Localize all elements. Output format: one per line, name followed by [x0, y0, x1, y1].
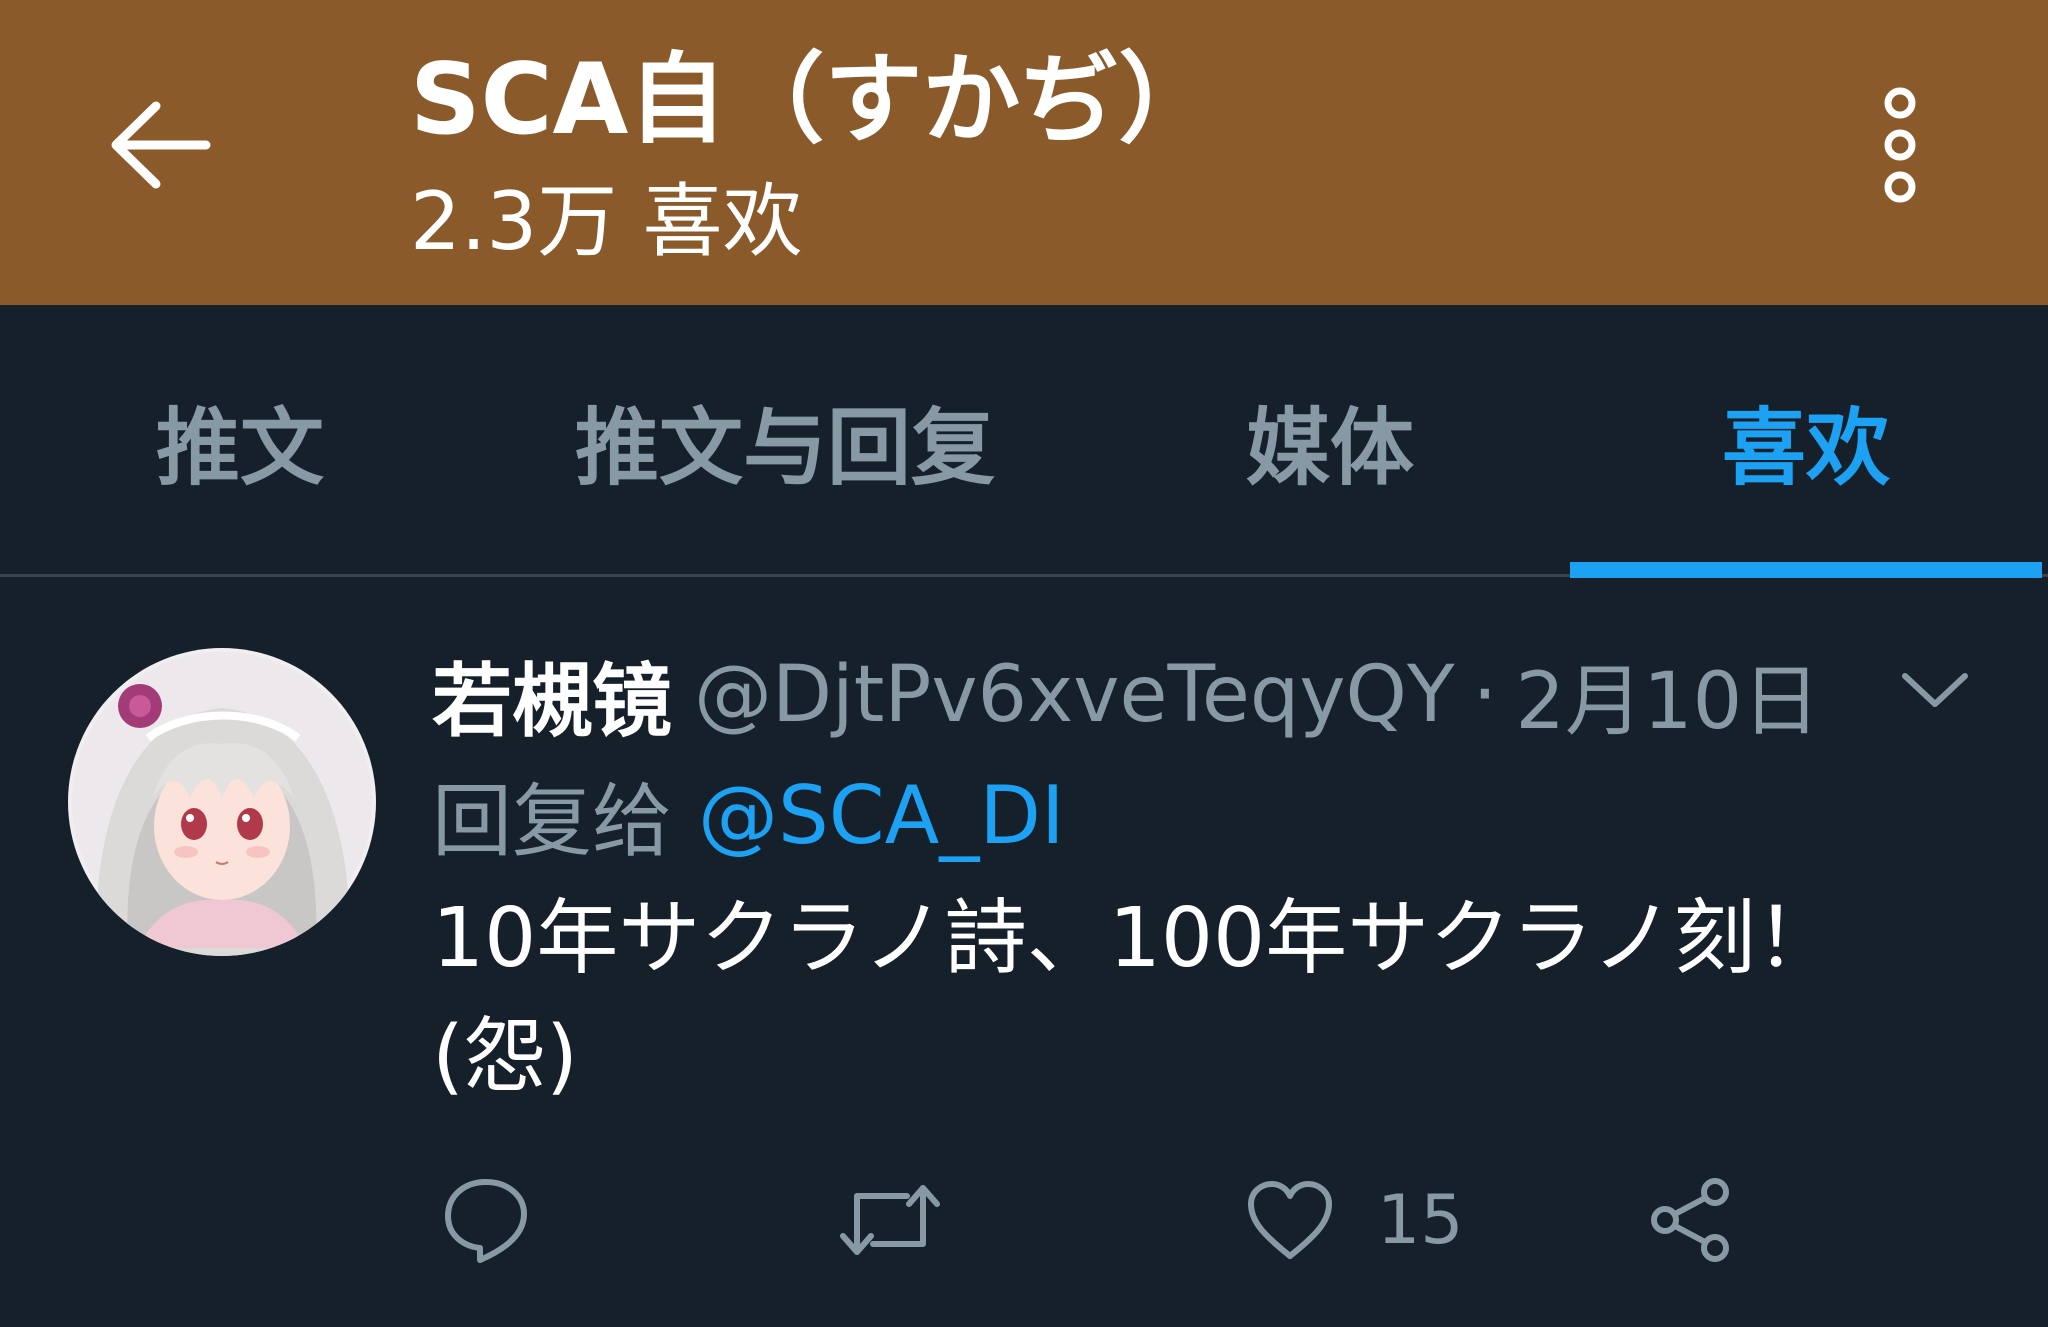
- author-name[interactable]: 若槻镜: [432, 637, 672, 753]
- likes-count-subtitle: 2.3万 喜欢: [410, 175, 803, 268]
- profile-tabs: 推文 推文与回复 媒体 喜欢: [0, 305, 2048, 578]
- tab-media[interactable]: 媒体: [1160, 305, 1500, 578]
- avatar[interactable]: [68, 648, 376, 956]
- tweet-options-button[interactable]: [1890, 655, 1980, 725]
- header-separator: ·: [1472, 650, 1498, 740]
- profile-title: SCA自（すかぢ）: [410, 43, 1217, 157]
- retweet-icon: [840, 1185, 940, 1255]
- tab-tweets[interactable]: 推文: [60, 305, 420, 578]
- tab-tweets-and-replies[interactable]: 推文与回复: [520, 305, 1050, 578]
- tweet-header: 若槻镜 @DjtPv6xveTeqyQY · 2月10日: [432, 640, 1820, 750]
- author-handle[interactable]: @DjtPv6xveTeqyQY: [694, 650, 1455, 740]
- reply-context: 回复给 @SCA_DI: [432, 760, 1065, 870]
- page: SCA自（すかぢ） 2.3万 喜欢 推文 推文与回复 媒体 喜欢 若槻镜 @Dj…: [0, 0, 2048, 1327]
- like-count: 15: [1377, 1180, 1464, 1260]
- tweet-date[interactable]: 2月10日: [1515, 639, 1820, 751]
- share-button[interactable]: [1645, 1170, 1735, 1270]
- chevron-down-icon: [1902, 673, 1968, 707]
- reply-prefix: 回复给: [432, 775, 672, 868]
- more-options-button[interactable]: [1860, 80, 1940, 210]
- tweet-text: 10年サクラノ詩、100年サクラノ刻！(怨): [432, 891, 1838, 1104]
- reply-mention-link[interactable]: @SCA_DI: [698, 769, 1065, 862]
- retweet-button[interactable]: [835, 1170, 945, 1270]
- more-vertical-icon: [1884, 87, 1916, 203]
- active-tab-indicator: [1570, 562, 2042, 578]
- profile-header: SCA自（すかぢ） 2.3万 喜欢: [0, 0, 2048, 305]
- back-button[interactable]: [100, 95, 220, 195]
- comment-icon: [445, 1179, 527, 1263]
- share-icon: [1651, 1178, 1729, 1262]
- arrow-left-icon: [111, 101, 211, 189]
- reply-button[interactable]: [440, 1170, 532, 1270]
- tab-likes[interactable]: 喜欢: [1570, 305, 2042, 578]
- avatar-image: [68, 648, 376, 956]
- like-button[interactable]: 15: [1245, 1170, 1464, 1270]
- heart-icon: [1248, 1181, 1332, 1259]
